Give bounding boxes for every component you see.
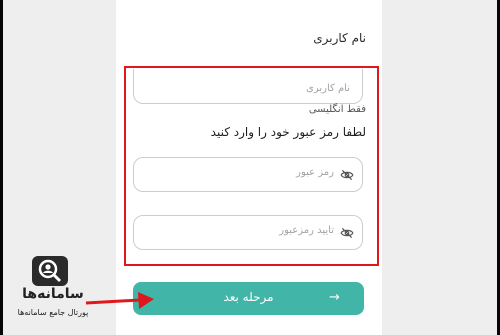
- logo-subtitle: پورتال جامع سامانه‌ها: [17, 308, 89, 317]
- next-step-button[interactable]: مرحله بعد →: [133, 282, 364, 315]
- username-label: نام کاربری: [313, 31, 366, 45]
- screen-edge-left: [0, 0, 3, 335]
- arrow-right-icon: →: [329, 290, 340, 305]
- magnifier-person-icon: [32, 256, 68, 286]
- samaneha-logo: سامانه‌ها پورتال جامع سامانه‌ها: [8, 256, 100, 330]
- highlight-box: [124, 66, 379, 266]
- logo-name: سامانه‌ها: [22, 286, 84, 302]
